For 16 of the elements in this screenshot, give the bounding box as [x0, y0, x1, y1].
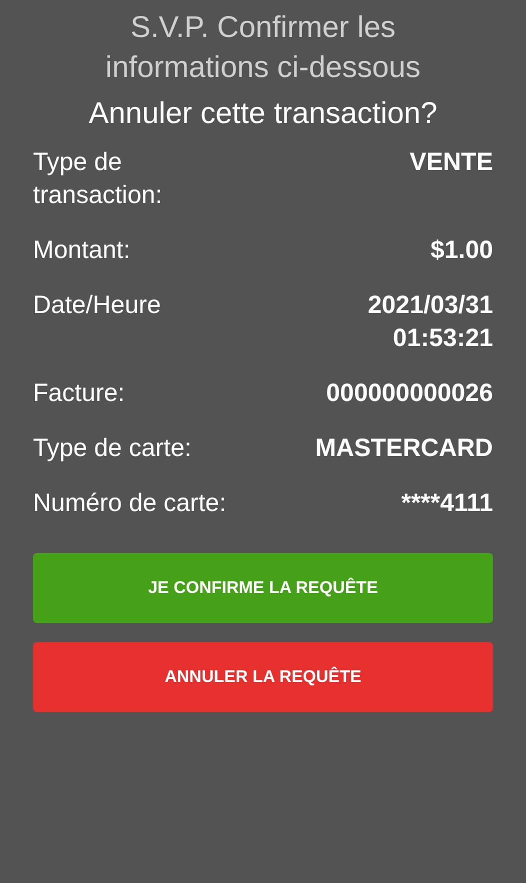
field-label: Date/Heure — [33, 290, 161, 321]
field-value: 2021/03/31 01:53:21 — [366, 290, 493, 354]
field-value: $1.00 — [430, 235, 493, 266]
field-label: Montant: — [33, 235, 130, 266]
confirm-button[interactable]: JE CONFIRME LA REQUÊTE — [33, 553, 493, 623]
field-value: ****4111 — [401, 488, 493, 519]
cancel-button[interactable]: ANNULER LA REQUÊTE — [33, 642, 493, 712]
field-value: VENTE — [410, 147, 493, 178]
page-title: S.V.P. Confirmer les informations ci-dessous — [104, 10, 422, 86]
field-label: Numéro de carte: — [33, 488, 226, 519]
field-label: Type de transaction: — [33, 147, 164, 211]
field-value: 000000000026 — [326, 378, 493, 409]
field-label: Type de carte: — [33, 433, 192, 464]
question-heading: Annuler cette transaction? — [88, 96, 438, 132]
field-label: Facture: — [33, 378, 125, 409]
field-value: MASTERCARD — [315, 433, 493, 464]
